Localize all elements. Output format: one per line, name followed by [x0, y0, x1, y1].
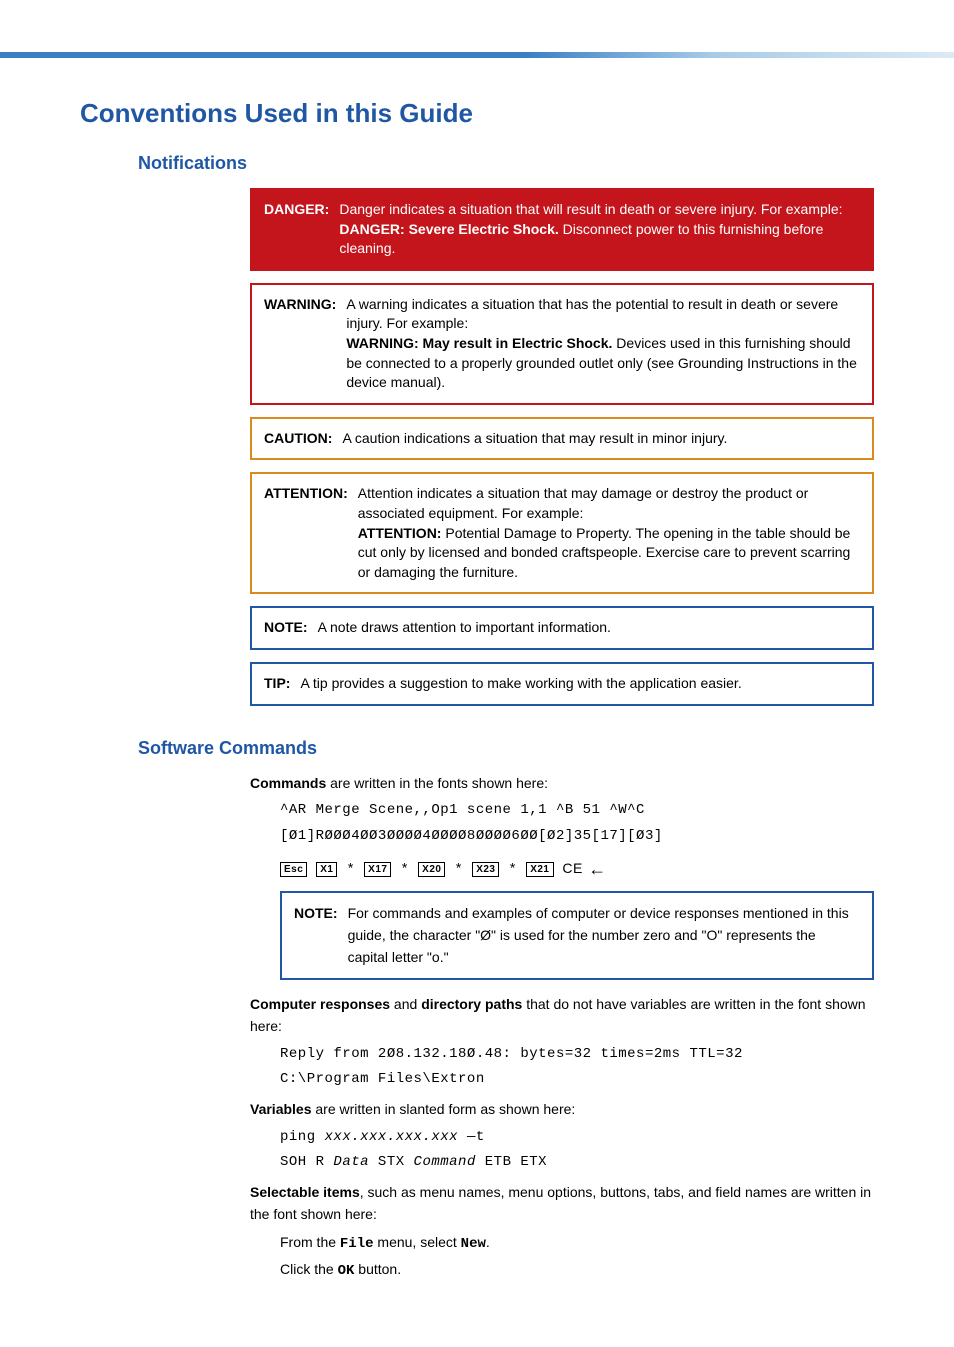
page-title: Conventions Used in this Guide	[80, 98, 874, 129]
commands-intro-bold: Commands	[250, 775, 326, 791]
attention-label: ATTENTION:	[264, 484, 348, 504]
notifications-stack: DANGER: Danger indicates a situation tha…	[250, 188, 874, 706]
commands-intro-rest: are written in the fonts shown here:	[326, 775, 548, 791]
attention-emph: ATTENTION:	[358, 525, 442, 541]
resp-line-1: Reply from 2Ø8.132.18Ø.48: bytes=32 time…	[280, 1044, 874, 1066]
callout-note: NOTE: A note draws attention to importan…	[250, 606, 874, 650]
resp-mid: and	[390, 996, 421, 1012]
sl2b: OK	[338, 1263, 355, 1279]
section-software-commands: Software Commands	[138, 738, 874, 759]
sl1a: From the	[280, 1234, 340, 1250]
vars-b: Variables	[250, 1101, 312, 1117]
sl1e: .	[486, 1234, 490, 1250]
warning-body: A warning indicates a situation that has…	[346, 295, 860, 393]
danger-label: DANGER:	[264, 200, 329, 220]
note-label: NOTE:	[264, 618, 308, 638]
warning-text1: A warning indicates a situation that has…	[346, 296, 838, 332]
sl1d: New	[461, 1236, 486, 1252]
key-x23: X23	[472, 862, 499, 877]
sl1b: File	[340, 1236, 374, 1252]
warning-emph: WARNING:	[346, 335, 418, 351]
attention-text1: Attention indicates a situation that may…	[358, 485, 809, 521]
star2: *	[400, 862, 409, 878]
caution-label: CAUTION:	[264, 429, 332, 449]
caution-body: A caution indications a situation that m…	[342, 429, 860, 449]
responses-intro: Computer responses and directory paths t…	[250, 994, 874, 1037]
key-x1: X1	[316, 862, 337, 877]
vl2b: Data	[333, 1154, 369, 1170]
inner-note: NOTE: For commands and examples of compu…	[280, 891, 874, 980]
warning-label: WARNING:	[264, 295, 336, 315]
key-x20: X20	[418, 862, 445, 877]
vl2c: STX	[369, 1154, 414, 1170]
star3: *	[454, 862, 463, 878]
resp-b2: directory paths	[421, 996, 522, 1012]
callout-attention: ATTENTION: Attention indicates a situati…	[250, 472, 874, 594]
callout-danger: DANGER: Danger indicates a situation tha…	[250, 188, 874, 271]
vl2d: Command	[414, 1154, 476, 1170]
callout-tip: TIP: A tip provides a suggestion to make…	[250, 662, 874, 706]
warning-emph-rest: May result in Electric Shock.	[419, 335, 613, 351]
resp-b1: Computer responses	[250, 996, 390, 1012]
section-notifications: Notifications	[138, 153, 874, 174]
inner-note-label: NOTE:	[294, 903, 338, 968]
danger-emph: DANGER	[339, 221, 400, 237]
cmd-line-2: [Ø1]RØØØ4ØØ3ØØØØ4ØØØØ8ØØØØ6ØØ[Ø2]35[17][…	[280, 826, 874, 848]
callout-warning: WARNING: A warning indicates a situation…	[250, 283, 874, 405]
sel-intro: Selectable items, such as menu names, me…	[250, 1182, 874, 1225]
inner-note-body: For commands and examples of computer or…	[348, 903, 860, 968]
vars-rest: are written in slanted form as shown her…	[312, 1101, 576, 1117]
sl2c: button.	[354, 1261, 401, 1277]
vars-line-1: ping xxx.xxx.xxx.xxx —t	[280, 1127, 874, 1149]
vl1a: ping	[280, 1129, 325, 1145]
key-esc: Esc	[280, 862, 307, 877]
callout-caution: CAUTION: A caution indications a situati…	[250, 417, 874, 461]
vl1c: —t	[458, 1129, 485, 1145]
danger-text1: Danger indicates a situation that will r…	[339, 201, 842, 217]
cmd-line-1: ^AR Merge Scene,,Op1 scene 1,1 ^B 51 ^W^…	[280, 800, 874, 822]
software-section: Commands are written in the fonts shown …	[250, 773, 874, 1283]
star1: *	[346, 862, 355, 878]
resp-line-2: C:\Program Files\Extron	[280, 1069, 874, 1091]
danger-emph-rest: : Severe Electric Shock.	[400, 221, 559, 237]
vars-intro: Variables are written in slanted form as…	[250, 1099, 874, 1121]
tip-body: A tip provides a suggestion to make work…	[300, 674, 860, 694]
vl2e: ETB ETX	[476, 1154, 547, 1170]
ce-text: CE	[562, 860, 582, 876]
page-content: Conventions Used in this Guide Notificat…	[0, 58, 954, 1347]
star4: *	[508, 862, 517, 878]
commands-intro: Commands are written in the fonts shown …	[250, 773, 874, 795]
vl2a: SOH R	[280, 1154, 333, 1170]
sel-line-2: Click the OK button.	[280, 1259, 874, 1283]
key-x17: X17	[364, 862, 391, 877]
danger-body: Danger indicates a situation that will r…	[339, 200, 860, 259]
sel-line-1: From the File menu, select New.	[280, 1232, 874, 1256]
tip-label: TIP:	[264, 674, 290, 694]
key-sequence: Esc X1 * X17 * X20 * X23 * X21 CE ←	[280, 858, 874, 882]
sl2a: Click the	[280, 1261, 338, 1277]
key-x21: X21	[526, 862, 553, 877]
vl1b: xxx.xxx.xxx.xxx	[325, 1129, 459, 1145]
sel-b: Selectable items	[250, 1184, 360, 1200]
note-body: A note draws attention to important info…	[318, 618, 860, 638]
sl1c: menu, select	[374, 1234, 461, 1250]
attention-body: Attention indicates a situation that may…	[358, 484, 860, 582]
vars-line-2: SOH R Data STX Command ETB ETX	[280, 1152, 874, 1174]
